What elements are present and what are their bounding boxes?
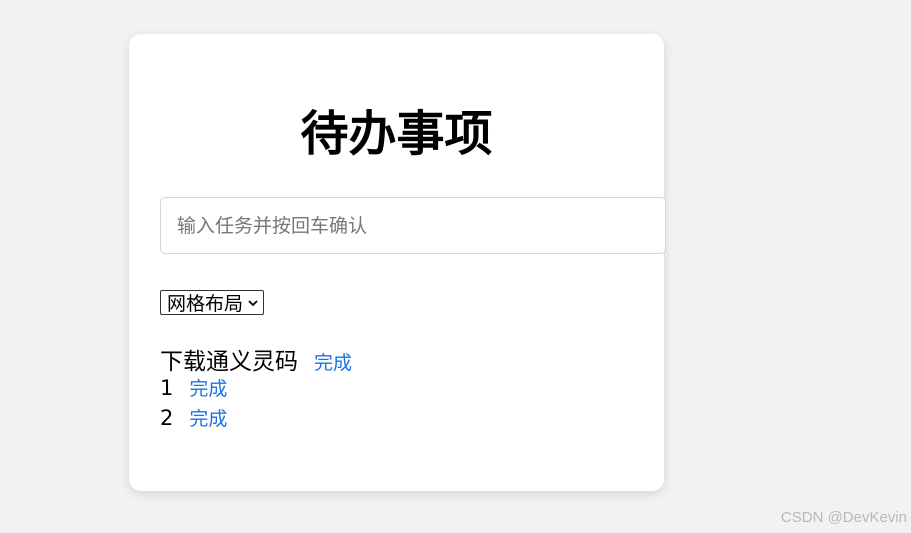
- list-item: 1 完成: [160, 374, 352, 404]
- list-item: 下载通义灵码 完成: [160, 342, 352, 375]
- chevron-down-icon: [248, 299, 258, 306]
- page-title: 待办事项: [300, 106, 493, 162]
- complete-link[interactable]: 完成: [314, 348, 352, 375]
- todo-text: 1: [160, 376, 174, 400]
- todo-card: 待办事项 网格布局 下载通义灵码 完成 1 完成 2 完成: [129, 34, 666, 491]
- watermark: CSDN @DevKevin: [780, 509, 907, 526]
- todo-text: 下载通义灵码: [160, 349, 298, 375]
- complete-link[interactable]: 完成: [189, 374, 227, 401]
- todo-list: 下载通义灵码 完成 1 完成 2 完成: [160, 342, 352, 434]
- layout-select-value: 网格布局: [167, 293, 244, 315]
- task-input[interactable]: [160, 197, 666, 254]
- todo-text: 2: [160, 406, 174, 430]
- list-item: 2 完成: [160, 404, 352, 434]
- complete-link[interactable]: 完成: [189, 404, 227, 431]
- layout-select[interactable]: 网格布局: [160, 290, 265, 315]
